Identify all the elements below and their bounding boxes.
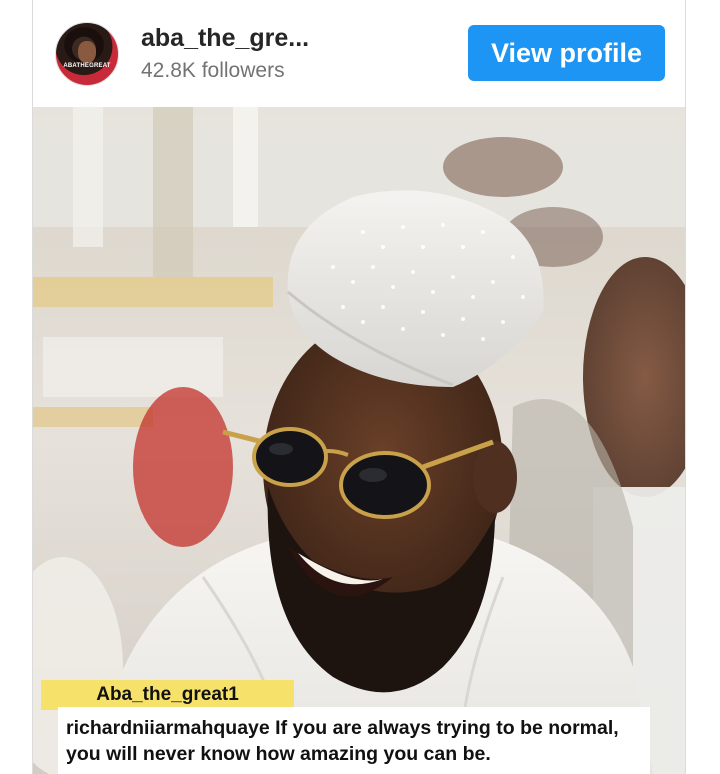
avatar-face	[78, 41, 96, 63]
profile-username[interactable]: aba_the_gre...	[141, 24, 309, 53]
avatar-text: ABATHEGREAT	[63, 63, 111, 69]
view-profile-button[interactable]: View profile	[468, 25, 665, 81]
instagram-embed-card: ABATHEGREAT aba_the_gre... 42.8K followe…	[32, 0, 686, 774]
post-photo[interactable]: Aba_the_great1 richardniiarmahquaye If y…	[33, 107, 685, 774]
caption-handle[interactable]: richardniiarmahquaye	[66, 717, 270, 739]
profile-avatar[interactable]: ABATHEGREAT	[55, 22, 119, 86]
post-name-tag: Aba_the_great1	[41, 680, 294, 710]
profile-header: ABATHEGREAT aba_the_gre... 42.8K followe…	[33, 0, 685, 107]
caption-box: richardniiarmahquaye If you are always t…	[58, 707, 650, 774]
post-caption: richardniiarmahquaye If you are always t…	[66, 715, 646, 767]
profile-followers-count: 42.8K followers	[141, 59, 285, 82]
photo-illustration	[33, 107, 685, 774]
